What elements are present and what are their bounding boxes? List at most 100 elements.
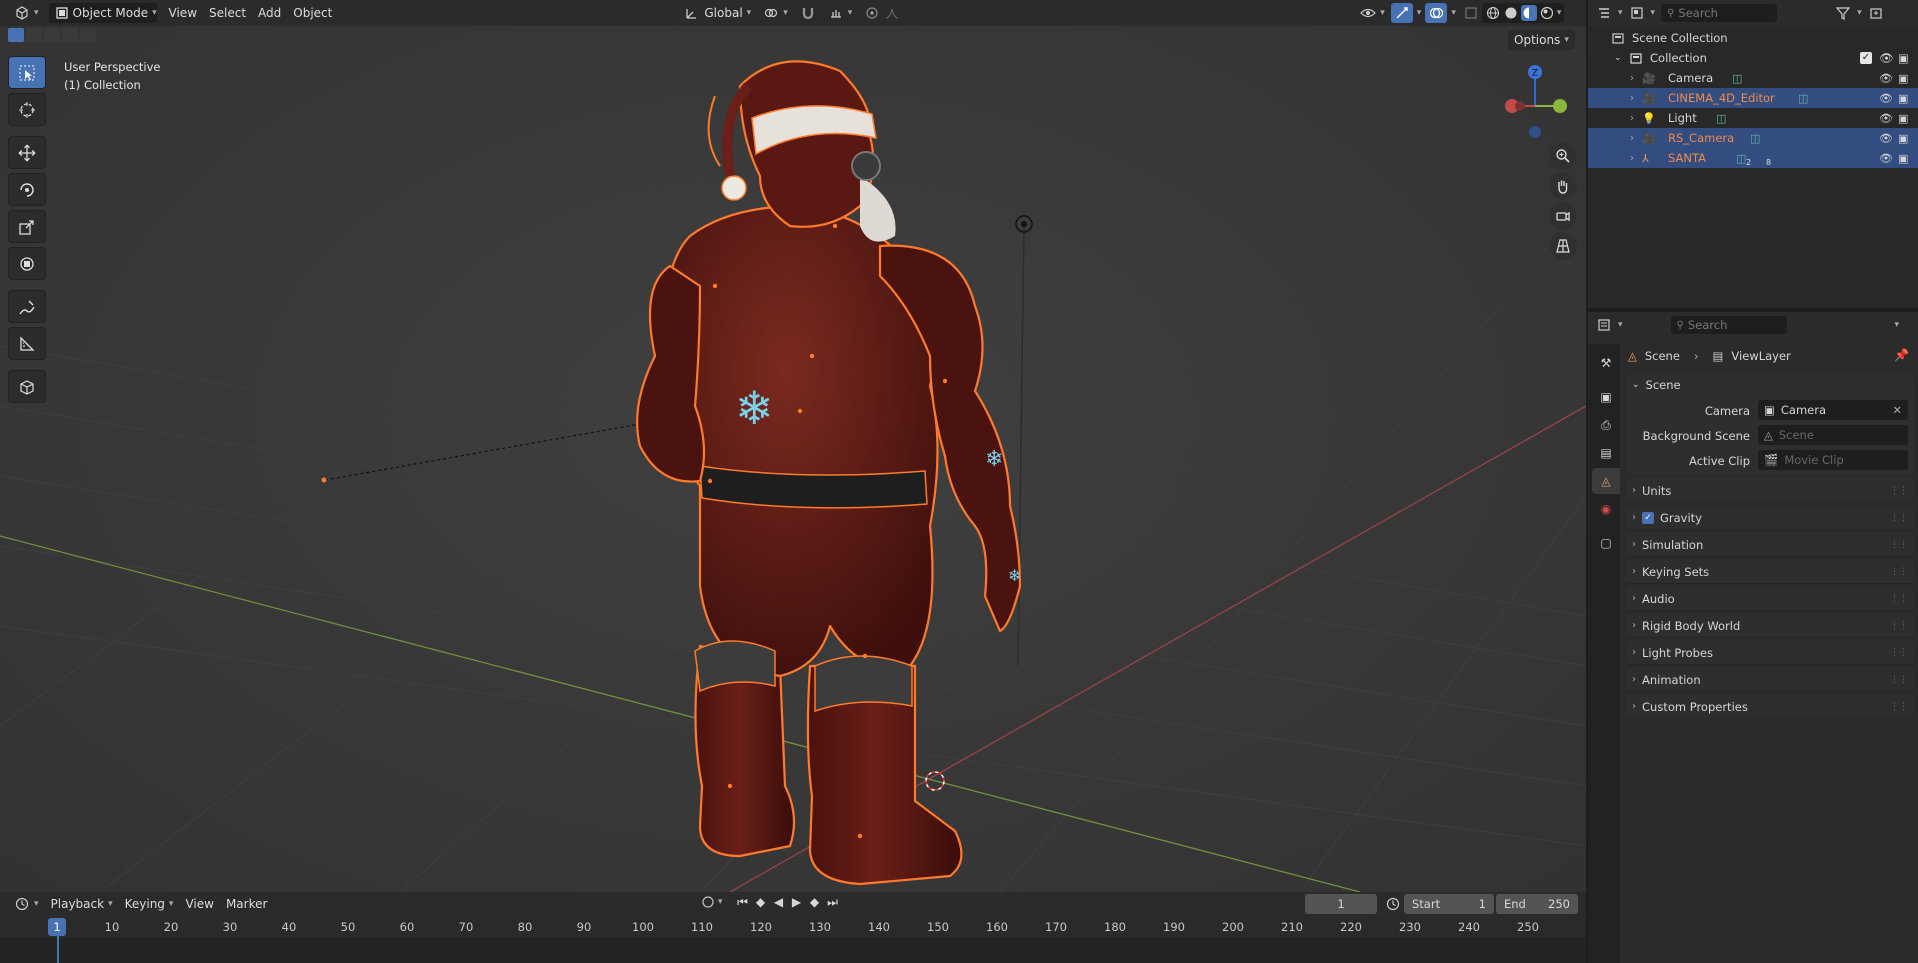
menu-playback[interactable]: Playback ▾: [45, 894, 119, 914]
chevron-down-icon[interactable]: ⌄: [1614, 53, 1622, 63]
collection-tab-icon[interactable]: ▢: [1592, 530, 1620, 556]
panel-rigid-body-world[interactable]: › Rigid Body World ⋮⋮: [1626, 614, 1914, 638]
camera-field[interactable]: ▣ Camera ✕: [1758, 400, 1908, 420]
outliner-item[interactable]: › 🎥 Camera ◫ 👁 ▣: [1588, 68, 1918, 88]
chevron-down-icon[interactable]: ▾: [718, 897, 723, 907]
background-scene-field[interactable]: ◬ Scene: [1758, 425, 1908, 445]
transform-orientation-dropdown[interactable]: Global ▾: [678, 3, 757, 23]
chevron-down-icon[interactable]: ▾: [1618, 320, 1623, 330]
scene-tab-icon[interactable]: ◬: [1592, 468, 1620, 494]
display-mode-icon[interactable]: [1629, 5, 1645, 21]
3d-viewport[interactable]: ❄ ❄ ❄ User Perspective (1) Collection Op…: [0, 26, 1586, 892]
outliner-item[interactable]: › 💡 Light ◫ 👁 ▣: [1588, 108, 1918, 128]
panel-simulation[interactable]: › Simulation ⋮⋮: [1626, 533, 1914, 557]
proportional-editing-toggle[interactable]: [858, 3, 906, 23]
pan-hand-icon[interactable]: [1549, 172, 1577, 200]
light-data-icon[interactable]: ◫: [1716, 112, 1726, 125]
select-subtract-icon[interactable]: [44, 28, 60, 42]
panel-audio[interactable]: › Audio ⋮⋮: [1626, 587, 1914, 611]
chevron-down-icon[interactable]: ▾: [1451, 8, 1456, 18]
drag-handle-icon[interactable]: ⋮⋮: [1890, 648, 1908, 658]
chevron-right-icon[interactable]: ›: [1630, 133, 1634, 144]
rendered-shading-icon[interactable]: [1539, 5, 1555, 21]
gizmo-toggle[interactable]: [1390, 3, 1413, 23]
outliner-item[interactable]: › 🎥 CINEMA_4D_Editor ◫ 👁 ▣: [1588, 88, 1918, 108]
eye-icon[interactable]: 👁: [1879, 132, 1893, 145]
active-clip-field[interactable]: 🎬 Movie Clip: [1758, 450, 1908, 470]
eye-icon[interactable]: 👁: [1879, 152, 1893, 165]
drag-handle-icon[interactable]: ⋮⋮: [1890, 513, 1908, 523]
camera-data-icon[interactable]: ◫: [1798, 92, 1808, 105]
chevron-right-icon[interactable]: ›: [1630, 93, 1634, 104]
transform-tool[interactable]: [8, 247, 46, 280]
chevron-down-icon[interactable]: ▾: [1895, 320, 1900, 330]
chevron-right-icon[interactable]: ›: [1630, 153, 1634, 164]
menu-timeline-view[interactable]: View: [179, 894, 219, 914]
editor-type-button[interactable]: ▾: [8, 3, 45, 23]
material-preview-icon[interactable]: [1520, 5, 1537, 21]
timeline[interactable]: 10 20 30 40 50 60 70 80 90 100 110 120 130 140 150 160 1…: [0, 916, 1586, 963]
xray-toggle[interactable]: [1460, 3, 1482, 23]
view-layer-tab-icon[interactable]: ▤: [1592, 440, 1620, 466]
eye-icon[interactable]: 👁: [1879, 72, 1893, 85]
scale-tool[interactable]: [8, 210, 46, 243]
overlays-toggle[interactable]: [1425, 3, 1448, 23]
panel-gravity[interactable]: › ✓ Gravity ⋮⋮: [1626, 506, 1914, 530]
cursor-tool[interactable]: [8, 93, 46, 126]
timeline-editor-type-button[interactable]: ▾: [8, 894, 45, 914]
drag-handle-icon[interactable]: ⋮⋮: [1890, 621, 1908, 631]
panel-animation[interactable]: › Animation ⋮⋮: [1626, 668, 1914, 692]
menu-select[interactable]: Select: [203, 3, 252, 23]
jump-start-icon[interactable]: ⏮: [735, 894, 751, 910]
scene-collection-row[interactable]: Scene Collection: [1588, 28, 1918, 48]
current-frame-field[interactable]: 1: [1305, 894, 1377, 914]
panel-light-probes[interactable]: › Light Probes ⋮⋮: [1626, 641, 1914, 665]
chevron-down-icon[interactable]: ▾: [1857, 8, 1862, 18]
outliner-item[interactable]: › 🎥 RS_Camera ◫ 👁 ▣: [1588, 128, 1918, 148]
auto-keying-icon[interactable]: [700, 894, 716, 910]
render-camera-icon[interactable]: ▣: [1898, 112, 1908, 125]
end-frame-field[interactable]: End 250: [1496, 894, 1578, 914]
render-camera-icon[interactable]: ▣: [1898, 152, 1908, 165]
panel-units[interactable]: › Units ⋮⋮: [1626, 479, 1914, 503]
drag-handle-icon[interactable]: ⋮⋮: [1890, 675, 1908, 685]
outliner-search-input[interactable]: ⚲ Search: [1661, 4, 1778, 22]
select-intersect-icon[interactable]: [80, 28, 96, 42]
add-cube-tool[interactable]: [8, 370, 46, 403]
solid-shading-icon[interactable]: [1503, 5, 1519, 21]
perspective-toggle-icon[interactable]: [1549, 232, 1577, 260]
collection-checkbox[interactable]: ✓: [1860, 52, 1872, 64]
drag-handle-icon[interactable]: ⋮⋮: [1890, 594, 1908, 604]
properties-editor-icon[interactable]: [1596, 317, 1612, 333]
pivot-point-dropdown[interactable]: ▾: [757, 3, 794, 23]
menu-object[interactable]: Object: [287, 3, 338, 23]
clear-icon[interactable]: ✕: [1892, 403, 1902, 417]
playhead[interactable]: 1: [48, 918, 66, 936]
chevron-down-icon[interactable]: ▾: [1618, 8, 1623, 18]
select-invert-icon[interactable]: [62, 28, 78, 42]
chevron-down-icon[interactable]: ▾: [1651, 8, 1656, 18]
outliner-editor-icon[interactable]: [1596, 5, 1612, 21]
camera-view-icon[interactable]: [1549, 202, 1577, 230]
navigation-gizmo[interactable]: Z: [1500, 62, 1570, 142]
properties-search-input[interactable]: ⚲ Search: [1670, 316, 1787, 334]
render-camera-icon[interactable]: ▣: [1898, 51, 1909, 65]
camera-data-icon[interactable]: ◫: [1732, 72, 1742, 85]
play-reverse-icon[interactable]: ◀: [771, 894, 787, 910]
filter-icon[interactable]: [1835, 5, 1851, 21]
annotate-tool[interactable]: [8, 290, 46, 323]
armature-data-icon[interactable]: ◫: [1736, 152, 1746, 165]
snap-target-dropdown[interactable]: ▾: [822, 3, 859, 23]
select-new-icon[interactable]: [8, 28, 24, 42]
zoom-icon[interactable]: [1549, 142, 1577, 170]
menu-add[interactable]: Add: [252, 3, 287, 23]
render-camera-icon[interactable]: ▣: [1898, 72, 1908, 85]
wireframe-shading-icon[interactable]: [1485, 5, 1501, 21]
pin-icon[interactable]: 📌: [1894, 348, 1909, 362]
panel-keying-sets[interactable]: › Keying Sets ⋮⋮: [1626, 560, 1914, 584]
start-frame-field[interactable]: Start 1: [1404, 894, 1494, 914]
camera-data-icon[interactable]: ◫: [1750, 132, 1760, 145]
move-tool[interactable]: [8, 136, 46, 169]
output-tab-icon[interactable]: ⎙: [1592, 412, 1620, 438]
panel-custom-properties[interactable]: › Custom Properties ⋮⋮: [1626, 695, 1914, 719]
